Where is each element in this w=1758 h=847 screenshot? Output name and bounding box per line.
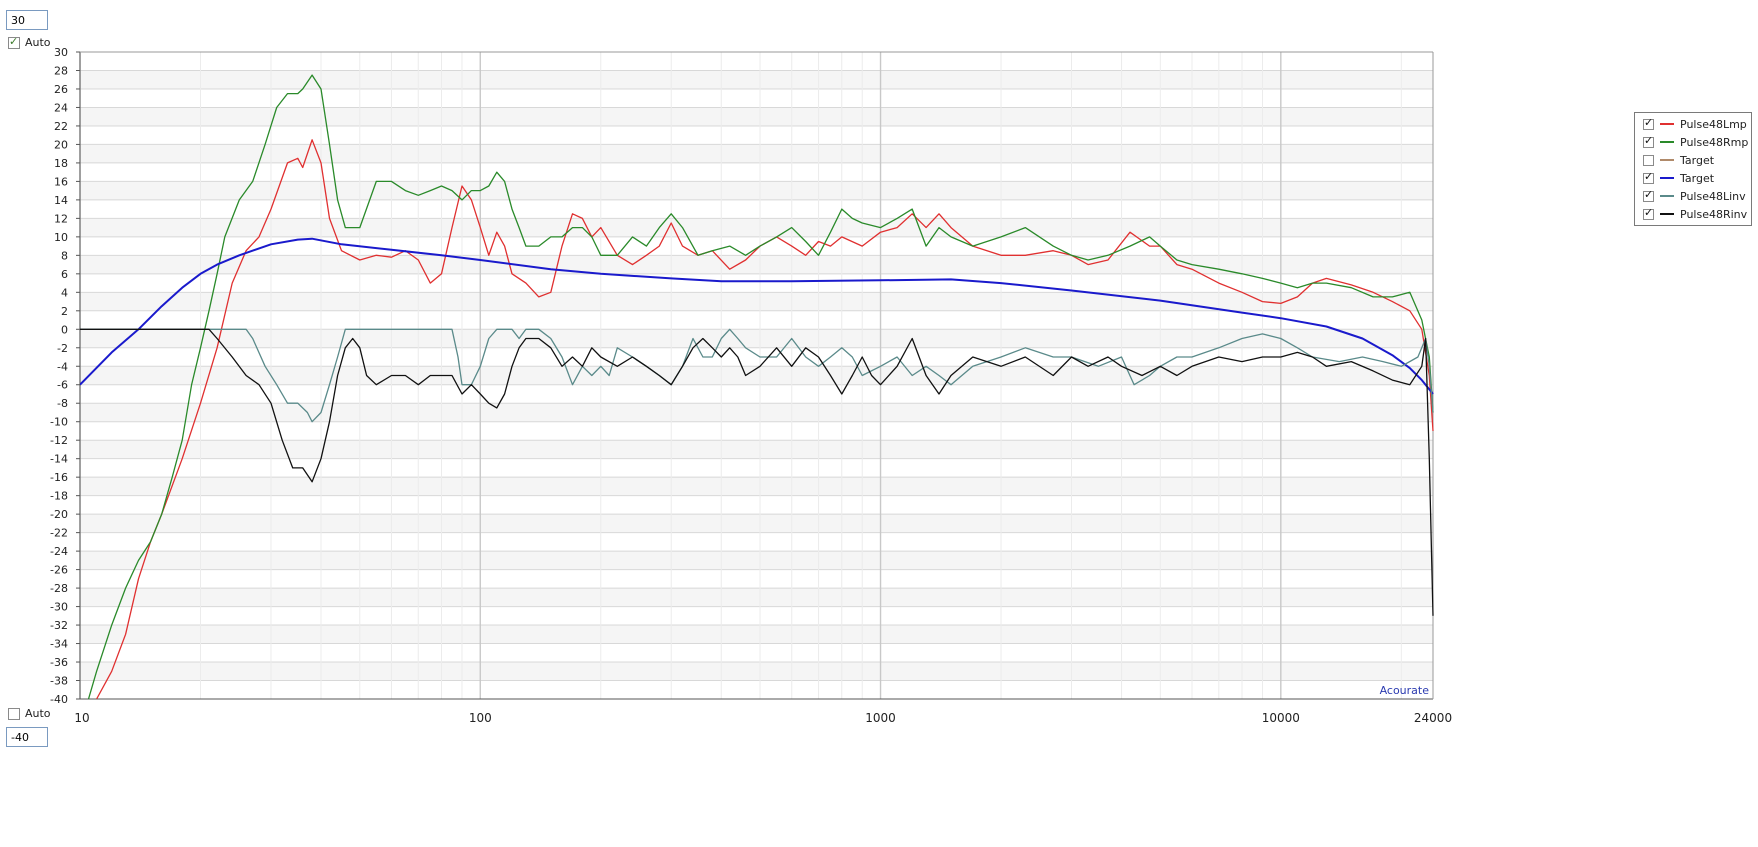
y-tick-label: -40 bbox=[50, 693, 68, 706]
y-tick-label: -24 bbox=[50, 545, 68, 558]
legend-label: Target bbox=[1680, 171, 1715, 185]
grid-band bbox=[80, 70, 1433, 89]
y-tick-label: 14 bbox=[54, 194, 68, 207]
x-tick-label: 100 bbox=[469, 711, 492, 725]
y-tick-label: -32 bbox=[50, 619, 68, 632]
y-min-auto-label: Auto bbox=[25, 707, 51, 720]
y-tick-label: -10 bbox=[50, 416, 68, 429]
y-tick-label: 26 bbox=[54, 83, 68, 96]
x-tick-label: 1000 bbox=[865, 711, 896, 725]
legend-item[interactable]: Target bbox=[1635, 169, 1751, 187]
y-tick-label: 10 bbox=[54, 231, 68, 244]
grid-band bbox=[80, 662, 1433, 681]
y-tick-label: 12 bbox=[54, 212, 68, 225]
watermark-label: Acourate bbox=[1380, 684, 1430, 697]
y-tick-label: -12 bbox=[50, 434, 68, 447]
legend-item[interactable]: Target bbox=[1635, 151, 1751, 169]
y-tick-label: 20 bbox=[54, 138, 68, 151]
x-tick-label: 24000 bbox=[1414, 711, 1452, 725]
grid-band bbox=[80, 588, 1433, 607]
y-tick-label: -28 bbox=[50, 582, 68, 595]
y-tick-label: -2 bbox=[57, 342, 68, 355]
legend-item[interactable]: Pulse48Rinv bbox=[1635, 205, 1751, 223]
grid-band bbox=[80, 329, 1433, 348]
legend-checkbox[interactable] bbox=[1643, 206, 1654, 220]
legend-swatch bbox=[1660, 141, 1674, 143]
grid-band bbox=[80, 625, 1433, 644]
legend-swatch bbox=[1660, 177, 1674, 179]
y-tick-label: -8 bbox=[57, 397, 68, 410]
grid-band bbox=[80, 107, 1433, 126]
legend-label: Pulse48Linv bbox=[1680, 189, 1746, 203]
chart-legend: Pulse48Lmp Pulse48Rmp Target Target Pulse48L… bbox=[1634, 112, 1752, 226]
legend-item[interactable]: Pulse48Lmp bbox=[1635, 115, 1751, 133]
frequency-response-chart: 302826242220181614121086420-2-4-6-8-10-1… bbox=[50, 46, 1452, 725]
y-tick-label: 8 bbox=[61, 249, 68, 262]
legend-swatch bbox=[1660, 195, 1674, 197]
y-tick-label: -20 bbox=[50, 508, 68, 521]
y-tick-label: 4 bbox=[61, 286, 68, 299]
legend-label: Pulse48Lmp bbox=[1680, 117, 1747, 131]
y-tick-label: -26 bbox=[50, 564, 68, 577]
y-tick-label: 6 bbox=[61, 268, 68, 281]
legend-checkbox[interactable] bbox=[1643, 154, 1654, 166]
y-tick-label: 28 bbox=[54, 64, 68, 77]
grid-band bbox=[80, 514, 1433, 533]
legend-item[interactable]: Pulse48Rmp bbox=[1635, 133, 1751, 151]
legend-swatch bbox=[1660, 213, 1674, 215]
x-tick-label: 10000 bbox=[1262, 711, 1300, 725]
legend-checkbox[interactable] bbox=[1643, 170, 1654, 184]
y-tick-label: -30 bbox=[50, 601, 68, 614]
legend-swatch bbox=[1660, 159, 1674, 161]
grid-band bbox=[80, 292, 1433, 311]
y-tick-label: -38 bbox=[50, 675, 68, 688]
y-tick-label: -14 bbox=[50, 453, 68, 466]
legend-item[interactable]: Pulse48Linv bbox=[1635, 187, 1751, 205]
y-tick-label: -34 bbox=[50, 638, 68, 651]
grid-band bbox=[80, 551, 1433, 570]
y-tick-label: 30 bbox=[54, 46, 68, 59]
legend-label: Pulse48Rmp bbox=[1680, 135, 1749, 149]
y-tick-label: 18 bbox=[54, 157, 68, 170]
legend-label: Target bbox=[1680, 153, 1715, 167]
y-min-auto-checkbox[interactable] bbox=[8, 707, 20, 720]
y-tick-label: -6 bbox=[57, 379, 68, 392]
grid-band bbox=[80, 403, 1433, 422]
y-tick-label: -18 bbox=[50, 490, 68, 503]
x-tick-label: 10 bbox=[74, 711, 89, 725]
legend-checkbox[interactable] bbox=[1643, 116, 1654, 130]
y-tick-label: -4 bbox=[57, 360, 68, 373]
grid-band bbox=[80, 181, 1433, 200]
y-tick-label: -36 bbox=[50, 656, 68, 669]
y-tick-label: -22 bbox=[50, 527, 68, 540]
legend-checkbox[interactable] bbox=[1643, 134, 1654, 148]
legend-swatch bbox=[1660, 123, 1674, 125]
grid-band bbox=[80, 477, 1433, 496]
y-tick-label: 22 bbox=[54, 120, 68, 133]
y-tick-label: -16 bbox=[50, 471, 68, 484]
grid-band bbox=[80, 144, 1433, 163]
legend-checkbox[interactable] bbox=[1643, 188, 1654, 202]
y-tick-label: 2 bbox=[61, 305, 68, 318]
y-tick-label: 16 bbox=[54, 175, 68, 188]
legend-label: Pulse48Rinv bbox=[1680, 207, 1748, 221]
grid-band bbox=[80, 218, 1433, 237]
y-tick-label: 24 bbox=[54, 101, 68, 114]
y-tick-label: 0 bbox=[61, 323, 68, 336]
y-min-input[interactable] bbox=[6, 727, 48, 747]
y-min-auto-toggle[interactable]: Auto bbox=[8, 707, 51, 720]
